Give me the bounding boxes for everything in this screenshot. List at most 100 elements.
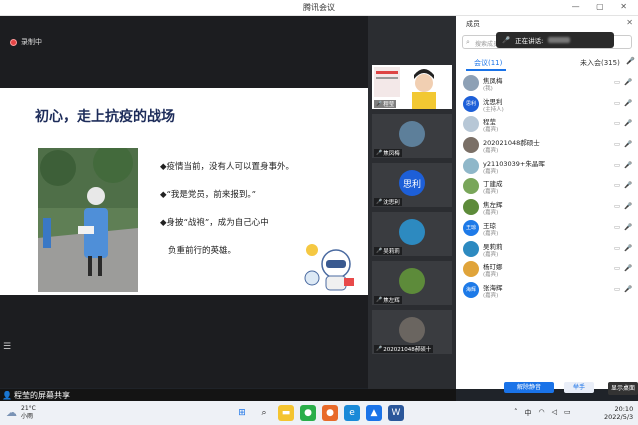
member-row[interactable]: 杨玎娜 (嘉宾) ▭ 🎤 <box>456 259 638 280</box>
member-role: (嘉宾) <box>483 251 499 258</box>
member-role: (嘉宾) <box>483 189 499 196</box>
video-thumbnail[interactable]: 🎤 焦凤梅 <box>372 114 452 158</box>
mic-muted-icon[interactable]: 🎤 <box>624 223 632 231</box>
wechat-icon[interactable]: ● <box>300 405 316 421</box>
file-explorer-icon[interactable]: ▬ <box>278 405 294 421</box>
mic-icon[interactable]: 🎤 <box>624 78 632 86</box>
camera-off-icon[interactable]: ▭ <box>614 78 620 86</box>
battery-icon[interactable]: ▭ <box>564 408 571 418</box>
mic-muted-icon: 🎤 <box>376 346 383 352</box>
tab-in-meeting[interactable]: 会议(11) <box>474 58 502 68</box>
member-avatar: 王琼 <box>463 219 479 236</box>
participant-avatar <box>399 317 425 343</box>
camera-off-icon[interactable]: ▭ <box>614 99 620 107</box>
members-panel: 成员 ✕ ⌕ 搜索成员 会议(11) 未入会(315) 🎤 焦凤梅 (我) ▭ 🎤 思利… <box>456 16 638 393</box>
mic-icon[interactable]: 🎤 <box>624 119 632 127</box>
video-thumbnail[interactable]: 思利 🎤 沈思利 <box>372 163 452 207</box>
member-avatar: 思利 <box>463 95 479 112</box>
mic-muted-icon[interactable]: 🎤 <box>624 264 632 272</box>
windows-start-icon[interactable]: ⊞ <box>234 405 250 421</box>
slide-title: 初心，走上抗疫的战场 <box>35 109 175 125</box>
recording-indicator[interactable]: 录制中 <box>10 37 42 47</box>
video-thumbnail[interactable]: 🎤 焦左辉 <box>372 261 452 305</box>
tencent-meeting-icon[interactable]: ▲ <box>366 405 382 421</box>
member-row[interactable]: 海辉 张海辉 (嘉宾) ▭ 🎤 <box>456 280 638 301</box>
member-role: (嘉宾) <box>483 230 499 237</box>
tab-not-joined[interactable]: 未入会(315) <box>580 58 620 68</box>
member-row[interactable]: 焦左辉 (嘉宾) ▭ 🎤 <box>456 197 638 218</box>
member-role: (嘉宾) <box>483 272 499 279</box>
camera-off-icon[interactable]: ▭ <box>614 223 620 231</box>
show-desktop-button[interactable]: 显示桌面 <box>608 382 638 395</box>
firefox-icon[interactable]: ● <box>322 405 338 421</box>
recording-label: 录制中 <box>21 38 42 46</box>
slide-bullet: ◆身披“战袍”，成为自己心中 <box>160 218 269 228</box>
unmute-all-button[interactable]: 解除静音 <box>504 382 554 393</box>
mic-muted-icon[interactable]: 🎤 <box>624 181 632 189</box>
member-row[interactable]: 吴莉莉 (嘉宾) ▭ 🎤 <box>456 239 638 260</box>
mic-muted-icon[interactable]: 🎤 <box>624 202 632 210</box>
camera-off-icon[interactable]: ▭ <box>614 285 620 293</box>
cloud-rain-icon: ☁ <box>6 406 17 419</box>
member-tabs: 会议(11) 未入会(315) 🎤 <box>456 56 638 71</box>
member-row[interactable]: y21103039+朱晶晖 (嘉宾) ▭ 🎤 <box>456 156 638 177</box>
edge-icon[interactable]: e <box>344 405 360 421</box>
member-role: (我) <box>483 86 493 92</box>
participant-avatar <box>399 219 425 245</box>
camera-off-icon[interactable]: ▭ <box>614 264 620 272</box>
mic-muted-icon[interactable]: 🎤 <box>624 161 632 169</box>
mic-muted-icon[interactable]: 🎤 <box>624 244 632 252</box>
speaker-name-redacted <box>548 37 571 43</box>
video-thumbnail[interactable]: 🎤 吴莉莉 <box>372 212 452 256</box>
slide-bullet: 负重前行的英雄。 <box>168 246 237 256</box>
member-avatar: 海辉 <box>463 281 479 298</box>
clock-date: 2022/5/3 <box>604 413 634 421</box>
member-row[interactable]: 丁建成 (嘉宾) ▭ 🎤 <box>456 176 638 197</box>
screen-share-label: 程莹的屏幕共享 <box>13 390 70 400</box>
member-row[interactable]: 202021048郝硕士 (嘉宾) ▭ 🎤 <box>456 135 638 156</box>
mic-icon[interactable]: 🎤 <box>626 57 635 65</box>
volume-icon[interactable]: ◁ <box>552 408 557 418</box>
presentation-slide: 初心，走上抗疫的战场 ◆疫情当前，没有人可以置身事外。 ◆“我是党员，前来报到。… <box>0 88 368 295</box>
user-icon: 👤 <box>2 390 12 400</box>
chevron-up-icon[interactable]: ˄ <box>514 408 518 418</box>
weather-widget[interactable]: ☁ 21°C 小雨 <box>6 405 36 421</box>
camera-off-icon[interactable]: ▭ <box>614 119 620 127</box>
menu-list-icon[interactable]: ☰ <box>3 342 15 352</box>
camera-off-icon[interactable]: ▭ <box>614 161 620 169</box>
taskbar-clock[interactable]: 20:10 2022/5/3 <box>604 405 633 421</box>
mic-muted-icon[interactable]: 🎤 <box>624 99 632 107</box>
camera-off-icon[interactable]: ▭ <box>614 202 620 210</box>
close-icon[interactable]: ✕ <box>626 18 633 27</box>
member-row[interactable]: 焦凤梅 (我) ▭ 🎤 <box>456 73 638 94</box>
member-row[interactable]: 王琼 王琼 (嘉宾) ▭ 🎤 <box>456 218 638 239</box>
window-controls[interactable]: — ▢ ✕ <box>572 2 634 11</box>
video-thumbnail[interactable]: 🎤 202021048郝硕十 <box>372 310 452 354</box>
search-icon[interactable]: ⌕ <box>256 405 272 421</box>
member-row[interactable]: 思利 沈思利 (主持人) ▭ 🎤 <box>456 94 638 115</box>
video-thumbnail[interactable]: 🎤 程莹 <box>372 65 452 109</box>
wifi-icon[interactable]: ◠ <box>539 408 545 418</box>
member-avatar <box>463 199 479 216</box>
mic-muted-icon: 🎤 <box>376 248 383 254</box>
camera-off-icon[interactable]: ▭ <box>614 140 620 148</box>
mic-muted-icon[interactable]: 🎤 <box>624 285 632 293</box>
screen-share-bar[interactable]: 👤 程莹的屏幕共享 <box>0 389 456 401</box>
member-role: (嘉宾) <box>483 127 499 134</box>
mic-muted-icon: 🎤 <box>376 150 383 156</box>
camera-off-icon[interactable]: ▭ <box>614 181 620 189</box>
member-avatar <box>463 75 479 91</box>
member-row[interactable]: 程莹 (嘉宾) ▭ 🎤 <box>456 114 638 135</box>
thumbnail-name: 🎤 吴莉莉 <box>374 247 402 255</box>
members-panel-title: 成员 <box>466 20 480 28</box>
participant-avatar <box>399 121 425 147</box>
ime-indicator[interactable]: 中 <box>525 408 532 418</box>
camera-off-icon[interactable]: ▭ <box>614 244 620 252</box>
mic-muted-icon[interactable]: 🎤 <box>624 140 632 148</box>
window-titlebar: 腾讯会议 — ▢ ✕ <box>0 0 638 16</box>
word-icon[interactable]: W <box>388 405 404 421</box>
thumbnail-name: 🎤 程莹 <box>374 100 397 108</box>
raise-hand-button[interactable]: 举手 <box>564 382 594 393</box>
slide-photo <box>38 148 138 292</box>
active-tab-underline <box>466 69 506 71</box>
